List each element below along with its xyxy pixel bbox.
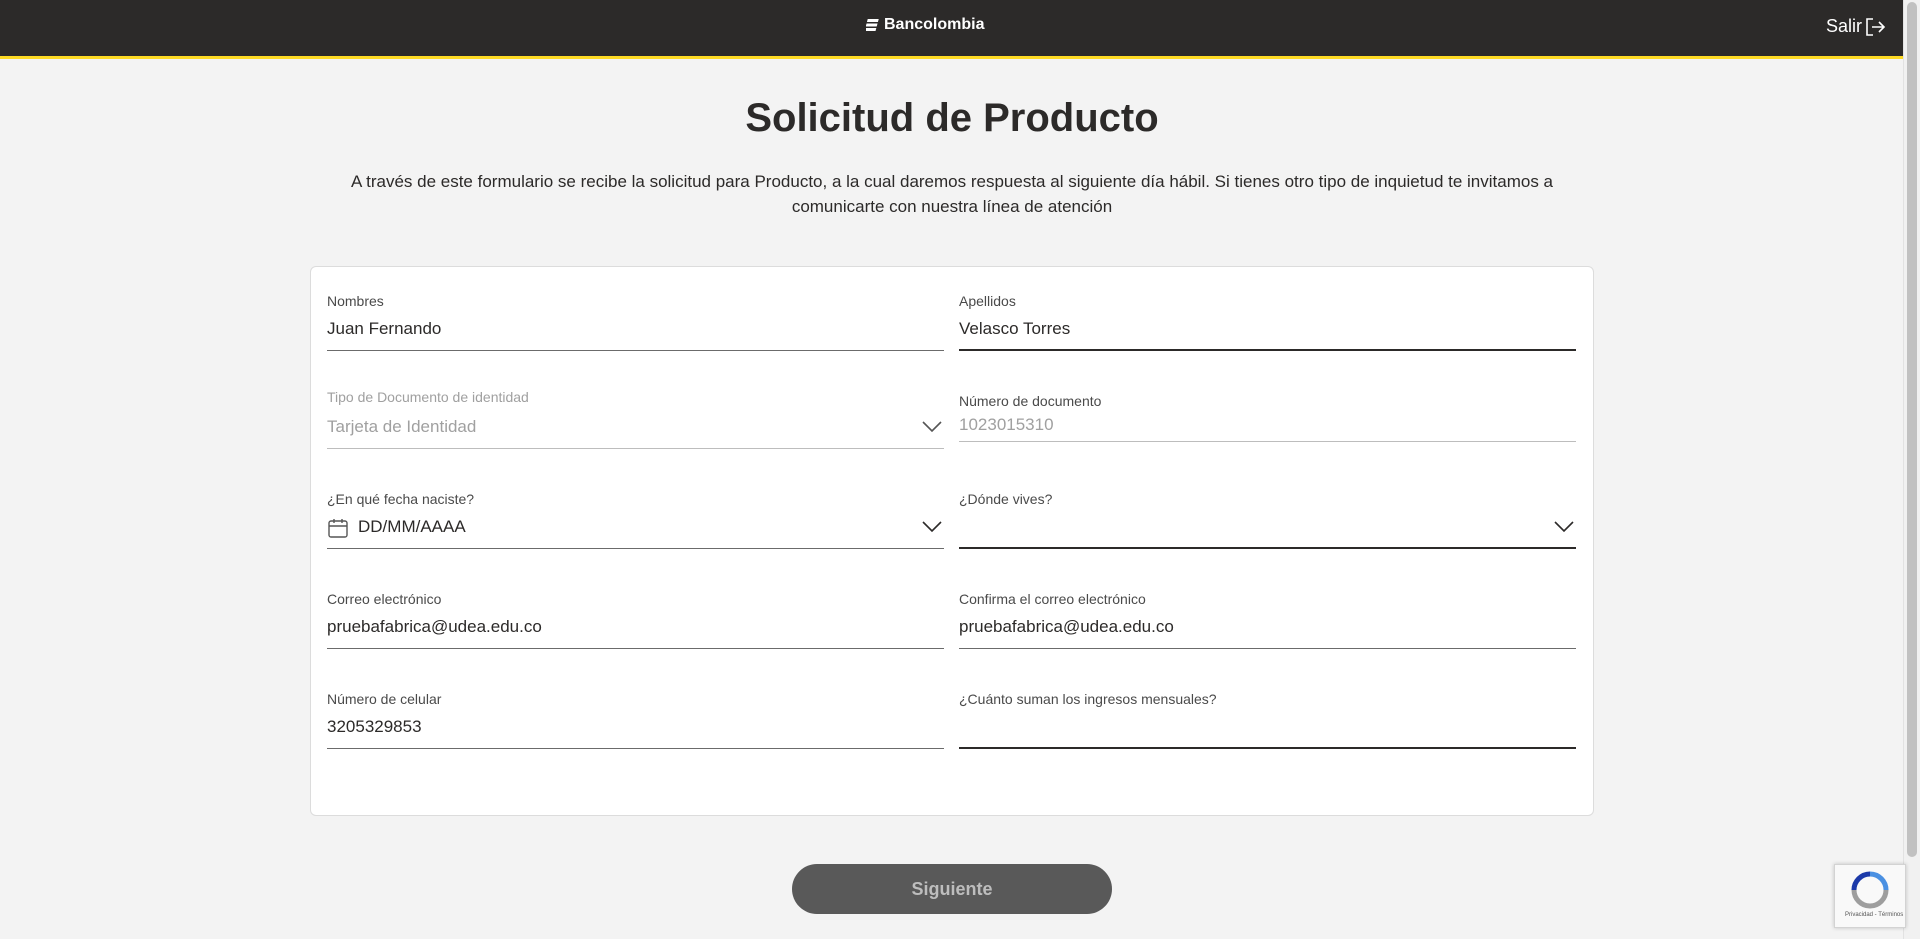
numero-documento-label: Número de documento [959, 393, 1102, 409]
tipo-documento-underline [327, 448, 944, 449]
donde-vives-label: ¿Dónde vives? [959, 491, 1053, 507]
brand-name: Bancolombia [884, 16, 985, 33]
tipo-documento-value[interactable]: Tarjeta de Identidad [327, 417, 476, 437]
numero-documento-value[interactable]: 1023015310 [959, 415, 1054, 435]
ingresos-label: ¿Cuánto suman los ingresos mensuales? [959, 691, 1217, 707]
tipo-documento-label: Tipo de Documento de identidad [327, 389, 529, 405]
chevron-down-icon[interactable] [922, 521, 942, 533]
correo-value[interactable]: pruebafabrica@udea.edu.co [327, 617, 542, 637]
recaptcha-icon [1851, 871, 1889, 909]
recaptcha-badge[interactable]: Privacidad - Términos [1834, 864, 1906, 928]
form-card: Nombres Juan Fernando Apellidos Velasco … [310, 266, 1594, 816]
donde-vives-select[interactable]: ¿Dónde vives? [959, 485, 1576, 549]
chevron-down-icon[interactable] [922, 421, 942, 433]
fecha-nacimiento-label: ¿En qué fecha naciste? [327, 491, 475, 507]
calendar-icon[interactable] [327, 517, 349, 539]
recaptcha-links[interactable]: Privacidad - Términos [1845, 912, 1903, 918]
donde-vives-underline [959, 547, 1576, 549]
confirma-correo-label: Confirma el correo electrónico [959, 591, 1146, 607]
celular-underline [327, 748, 944, 749]
brand-logo[interactable]: Bancolombia [866, 16, 984, 34]
apellidos-label: Apellidos [959, 293, 1016, 309]
exit-icon [1866, 17, 1886, 36]
confirma-correo-underline [959, 648, 1576, 649]
fecha-nacimiento-underline [327, 548, 944, 549]
exit-button[interactable]: Salir [1826, 16, 1886, 37]
ingresos-underline [959, 747, 1576, 749]
page-title: Solicitud de Producto [745, 96, 1159, 140]
page-scrollbar[interactable] [1903, 0, 1920, 939]
chevron-down-icon[interactable] [1554, 521, 1574, 533]
correo-field[interactable]: Correo electrónico pruebafabrica@udea.ed… [327, 585, 944, 649]
fecha-nacimiento-field[interactable]: ¿En qué fecha naciste? DD/MM/AAAA [327, 485, 944, 549]
apellidos-underline [959, 349, 1576, 351]
numero-documento-field[interactable]: Número de documento 1023015310 [959, 387, 1576, 451]
celular-label: Número de celular [327, 691, 442, 707]
nombres-underline [327, 350, 944, 351]
confirma-correo-value[interactable]: pruebafabrica@udea.edu.co [959, 617, 1174, 637]
page-intro: A través de este formulario se recibe la… [350, 172, 1553, 216]
celular-value[interactable]: 3205329853 [327, 717, 422, 737]
correo-label: Correo electrónico [327, 591, 442, 607]
celular-field[interactable]: Número de celular 3205329853 [327, 685, 944, 749]
numero-documento-underline [959, 441, 1576, 442]
nombres-field[interactable]: Nombres Juan Fernando [327, 287, 944, 351]
header-bar: Bancolombia Salir [0, 0, 1904, 59]
correo-underline [327, 648, 944, 649]
nombres-label: Nombres [327, 293, 384, 309]
bancolombia-logo-icon [866, 19, 879, 31]
exit-label: Salir [1825, 16, 1862, 36]
apellidos-field[interactable]: Apellidos Velasco Torres [959, 287, 1576, 351]
ingresos-field[interactable]: ¿Cuánto suman los ingresos mensuales? [959, 685, 1576, 749]
scrollbar-thumb[interactable] [1907, 2, 1917, 857]
tipo-documento-select[interactable]: Tipo de Documento de identidad Tarjeta d… [327, 385, 944, 449]
fecha-nacimiento-value[interactable]: DD/MM/AAAA [358, 517, 466, 537]
nombres-value[interactable]: Juan Fernando [327, 319, 441, 339]
next-button[interactable]: Siguiente [792, 864, 1112, 914]
confirma-correo-field[interactable]: Confirma el correo electrónico pruebafab… [959, 585, 1576, 649]
apellidos-value[interactable]: Velasco Torres [959, 319, 1070, 339]
